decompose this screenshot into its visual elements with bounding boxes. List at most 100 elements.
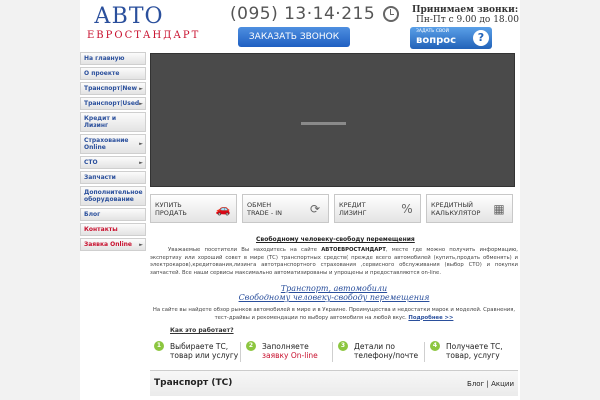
- step-item: 4 Получаете ТС, товар, услугу: [430, 340, 518, 364]
- question-mark-icon: ?: [473, 30, 489, 46]
- percent-icon: %: [401, 202, 413, 216]
- arrow-right-icon: ►: [139, 241, 143, 248]
- step-number-badge: 4: [430, 341, 440, 351]
- step-line2: телефону/почте: [354, 351, 419, 360]
- tile-label: КУПИТЬ ПРОДАТЬ: [155, 201, 207, 217]
- step-divider: [424, 342, 425, 362]
- tile-label-line1: ОБМЕН: [247, 201, 272, 209]
- service-tiles: КУПИТЬ ПРОДАТЬ 🚗 ОБМЕН TRADE - IN ⟳ КРЕДИТ ЛИЗИ…: [150, 194, 520, 224]
- more-link[interactable]: Подробнее >>: [408, 315, 453, 321]
- order-call-button[interactable]: ЗАКАЗАТЬ ЗВОНОК: [238, 27, 350, 47]
- page: АВТО ЕВРОСТАНДАРТ (095) 13·14·215 ЗАКАЗА…: [0, 0, 600, 400]
- sidebar-item-label: Заявка Online: [84, 241, 132, 248]
- tile-label-line2: ПРОДАТЬ: [155, 209, 187, 217]
- transport-link[interactable]: Транспорт, автомобили: [150, 284, 518, 293]
- sidebar-item-label: Страхование Online: [84, 137, 129, 151]
- freedom-link[interactable]: Свободному человеку-свободу перемещения: [150, 293, 518, 302]
- overview-paragraph: На сайте вы найдете обзор рынков автомоб…: [150, 307, 518, 322]
- step-item: 3 Детали по телефону/почте: [338, 340, 426, 364]
- tile-label-line1: КРЕДИТНЫЙ: [431, 201, 474, 209]
- tile-label: КРЕДИТ ЛИЗИНГ: [339, 201, 391, 217]
- sidebar-item[interactable]: О проекте: [80, 67, 146, 80]
- step-number-badge: 3: [338, 341, 348, 351]
- step-text: Детали по телефону/почте: [354, 342, 428, 360]
- arrow-right-icon: ►: [139, 100, 143, 107]
- actions-link[interactable]: Акции: [491, 380, 514, 388]
- step-line1: Детали по: [354, 342, 395, 351]
- intro-paragraph: Уважаемые посетители Вы находитесь на са…: [150, 247, 518, 277]
- car-icon: 🚗: [215, 202, 231, 216]
- tile-label: КРЕДИТНЫЙ КАЛЬКУЛЯТОР: [431, 201, 483, 217]
- sidebar-item-label: Транспорт|Used: [84, 100, 140, 107]
- sidebar-item[interactable]: На главную: [80, 52, 146, 65]
- step-line2: товар или услугу: [170, 351, 239, 360]
- sidebar-item[interactable]: СТО ►: [80, 156, 146, 169]
- section-link-separator: |: [486, 380, 489, 388]
- sidebar-item[interactable]: Кредит и Лизинг: [80, 112, 146, 132]
- section-links: Блог | Акции: [467, 380, 514, 388]
- sidebar-item-label: СТО: [84, 159, 98, 166]
- service-tile[interactable]: КРЕДИТНЫЙ КАЛЬКУЛЯТОР ▦: [426, 194, 513, 223]
- sidebar-item[interactable]: Страхование Online ►: [80, 134, 146, 154]
- service-tile[interactable]: ОБМЕН TRADE - IN ⟳: [242, 194, 329, 223]
- phone-number: (095) 13·14·215: [230, 4, 376, 24]
- sidebar-item[interactable]: Контакты: [80, 223, 146, 236]
- left-background: [0, 0, 80, 400]
- intro-brand: АВТОЕВРОСТАНДАРТ: [321, 247, 386, 253]
- step-divider: [332, 342, 333, 362]
- sidebar-item[interactable]: Транспорт|New ►: [80, 82, 146, 95]
- sidebar-item-label: На главную: [84, 55, 125, 62]
- step-text: Заполняете заявку On-line: [262, 342, 336, 360]
- logo-title[interactable]: АВТО: [94, 4, 164, 29]
- calculator-icon: ▦: [493, 202, 505, 216]
- intro-text-start: Уважаемые посетители Вы находитесь на са…: [168, 247, 322, 253]
- ask-question-small-label: ЗАДАТЬ СВОЙ: [416, 29, 449, 34]
- step-divider: [240, 342, 241, 362]
- sidebar-item-label: Контакты: [84, 226, 118, 233]
- step-item: 2 Заполняете заявку On-line: [246, 340, 334, 364]
- step-text: Выбираете ТС, товар или услугу: [170, 342, 244, 360]
- step-line1: Получаете ТС,: [446, 342, 503, 351]
- step-item: 1 Выбираете ТС, товар или услугу: [154, 340, 242, 364]
- content-heading: Свободному человеку-свободу перемещения: [256, 236, 415, 243]
- clock-icon: [383, 6, 399, 22]
- sidebar-item-label: Дополнительное оборудование: [84, 189, 143, 203]
- section-bar: Транспорт (ТС) Блог | Акции: [150, 370, 518, 396]
- step-line2: товар, услугу: [446, 351, 500, 360]
- tile-label-line1: КРЕДИТ: [339, 201, 366, 209]
- tile-label-line2: TRADE - IN: [247, 209, 283, 217]
- image-slider[interactable]: [150, 53, 515, 187]
- step-line1: Выбираете ТС,: [170, 342, 229, 351]
- service-tile[interactable]: КУПИТЬ ПРОДАТЬ 🚗: [150, 194, 237, 223]
- ask-question-button[interactable]: ЗАДАТЬ СВОЙ вопрос ?: [410, 27, 492, 49]
- step-text: Получаете ТС, товар, услугу: [446, 342, 520, 360]
- section-title: Транспорт (ТС): [154, 378, 233, 388]
- hours-title: Принимаем звонки:: [412, 5, 519, 15]
- step-line1: Заполняете: [262, 342, 309, 351]
- tile-label: ОБМЕН TRADE - IN: [247, 201, 299, 217]
- tile-label-line2: КАЛЬКУЛЯТОР: [431, 209, 481, 217]
- tile-label-line2: ЛИЗИНГ: [339, 209, 367, 217]
- step-link[interactable]: заявку On-line: [262, 351, 336, 360]
- sidebar-item[interactable]: Дополнительное оборудование: [80, 186, 146, 206]
- step-number-badge: 2: [246, 341, 256, 351]
- tile-label-line1: КУПИТЬ: [155, 201, 182, 209]
- slider-loading-bar: [301, 122, 346, 125]
- service-tile[interactable]: КРЕДИТ ЛИЗИНГ%: [334, 194, 421, 223]
- sidebar-item[interactable]: Запчасти: [80, 171, 146, 184]
- arrow-right-icon: ►: [139, 159, 143, 166]
- hours-value: Пн-Пт с 9.00 до 18.00: [416, 15, 519, 25]
- arrow-right-icon: ►: [139, 85, 143, 92]
- right-background: [520, 0, 600, 400]
- sidebar-item[interactable]: Транспорт|Used ►: [80, 97, 146, 110]
- sidebar-item-label: Запчасти: [84, 174, 116, 181]
- steps-row: 1 Выбираете ТС, товар или услугу 2 Заполняет…: [150, 340, 518, 366]
- exchange-icon: ⟳: [309, 202, 321, 216]
- how-it-works-link[interactable]: Как это работает?: [170, 327, 234, 334]
- sidebar-item[interactable]: Заявка Online ►: [80, 238, 146, 251]
- ask-question-label: вопрос: [416, 35, 457, 46]
- blog-link[interactable]: Блог: [467, 380, 484, 388]
- sidebar-item-label: Блог: [84, 211, 101, 218]
- logo-subtitle[interactable]: ЕВРОСТАНДАРТ: [87, 30, 200, 41]
- sidebar-item[interactable]: Блог: [80, 208, 146, 221]
